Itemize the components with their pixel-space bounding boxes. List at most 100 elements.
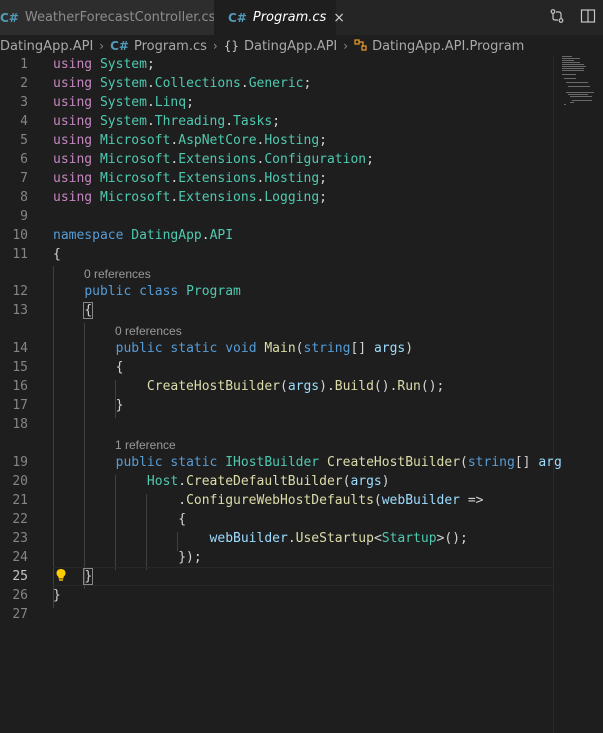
code-line[interactable]: 2 using System.Collections.Generic; bbox=[0, 74, 553, 93]
code-line[interactable]: 12 public class Program bbox=[0, 282, 553, 301]
minimap-line bbox=[562, 74, 576, 75]
minimap-line bbox=[562, 70, 584, 71]
code-token: DatingApp bbox=[131, 228, 202, 243]
code-text: using System; bbox=[53, 55, 155, 74]
code-text: { bbox=[53, 358, 124, 377]
minimap-line bbox=[568, 86, 590, 87]
code-line[interactable]: 7 using Microsoft.Extensions.Hosting; bbox=[0, 169, 553, 188]
code-line[interactable]: 27 bbox=[0, 605, 553, 624]
code-line[interactable]: 23 webBuilder.UseStartup<Startup>(); bbox=[0, 529, 553, 548]
code-text: using Microsoft.Extensions.Hosting; bbox=[53, 169, 327, 188]
code-token: Linq bbox=[154, 95, 187, 110]
code-text: public static IHostBuilder CreateHostBui… bbox=[53, 453, 562, 472]
code-line[interactable]: 5 using Microsoft.AspNetCore.Hosting; bbox=[0, 131, 553, 150]
code-token: ) bbox=[405, 341, 414, 356]
code-token: Extensions bbox=[178, 171, 257, 186]
code-text: public static void Main(string[] args) bbox=[53, 339, 413, 358]
code-line[interactable]: 1 using System; bbox=[0, 55, 553, 74]
code-token: ; bbox=[319, 133, 327, 148]
tab-program[interactable]: C# Program.cs × bbox=[214, 0, 345, 35]
code-line[interactable]: 22 { bbox=[0, 510, 553, 529]
code-token: Hosting bbox=[264, 171, 320, 186]
code-token: string bbox=[303, 341, 351, 356]
editor-tab-bar: C# WeatherForecastController.cs C# Progr… bbox=[0, 0, 603, 35]
code-line[interactable]: 11 { bbox=[0, 245, 553, 264]
code-token: . bbox=[178, 474, 187, 489]
breadcrumb-project[interactable]: DatingApp.API bbox=[0, 39, 93, 54]
code-line[interactable]: 9 bbox=[0, 207, 553, 226]
code-token: . bbox=[53, 493, 187, 508]
code-text: CreateHostBuilder(args).Build().Run(); bbox=[53, 377, 444, 396]
line-number: 20 bbox=[12, 474, 28, 489]
code-token: { bbox=[53, 512, 187, 527]
code-token: Host bbox=[146, 474, 179, 489]
code-text: } bbox=[53, 586, 61, 605]
code-line[interactable]: 13 { bbox=[0, 301, 553, 320]
code-text: using Microsoft.Extensions.Logging; bbox=[53, 188, 327, 207]
line-number: 7 bbox=[20, 171, 28, 186]
open-changes-icon[interactable] bbox=[541, 8, 572, 28]
tab-weatherforecastcontroller[interactable]: C# WeatherForecastController.cs bbox=[0, 0, 215, 35]
chevron-right-icon: › bbox=[343, 39, 349, 53]
code-token: [] bbox=[514, 455, 539, 470]
code-text: Host.CreateDefaultBuilder(args) bbox=[53, 472, 390, 491]
code-token: ; bbox=[303, 76, 312, 91]
code-line[interactable]: 21 .ConfigureWebHostDefaults(webBuilder … bbox=[0, 491, 553, 510]
code-line[interactable]: 24 }); bbox=[0, 548, 553, 567]
code-token: ; bbox=[319, 171, 327, 186]
code-token: args bbox=[350, 474, 382, 489]
code-line[interactable]: 14 public static void Main(string[] args… bbox=[0, 339, 553, 358]
close-icon[interactable]: × bbox=[333, 10, 345, 26]
line-number: 15 bbox=[12, 360, 28, 375]
code-line[interactable]: 17 } bbox=[0, 396, 553, 415]
line-number: 11 bbox=[12, 247, 28, 262]
breadcrumb-class[interactable]: DatingApp.API.Program bbox=[372, 39, 524, 54]
minimap-line bbox=[566, 92, 594, 93]
code-text: namespace DatingApp.API bbox=[53, 226, 233, 245]
minimap-line bbox=[564, 104, 566, 105]
code-line[interactable]: 20 Host.CreateDefaultBuilder(args) bbox=[0, 472, 553, 491]
code-line[interactable]: 8 using Microsoft.Extensions.Logging; bbox=[0, 188, 553, 207]
code-line[interactable]: 18 bbox=[0, 415, 553, 434]
code-token: System bbox=[99, 57, 147, 72]
namespace-icon: {} bbox=[223, 39, 239, 53]
code-line[interactable]: 15 { bbox=[0, 358, 553, 377]
code-token: . bbox=[146, 114, 155, 129]
minimap-line bbox=[562, 66, 586, 67]
code-token: Startup bbox=[381, 531, 437, 546]
code-line[interactable]: 26} bbox=[0, 586, 553, 605]
code-text: public class Program bbox=[53, 282, 241, 301]
code-editor[interactable]: 0 references 0 references 1 reference 1u… bbox=[0, 55, 561, 733]
code-token: ; bbox=[319, 190, 327, 205]
code-token: public bbox=[84, 284, 140, 299]
code-token: Threading bbox=[154, 114, 226, 129]
editor-actions bbox=[541, 0, 603, 35]
code-text: using Microsoft.AspNetCore.Hosting; bbox=[53, 131, 327, 150]
code-line[interactable]: 10 namespace DatingApp.API bbox=[0, 226, 553, 245]
code-token: ; bbox=[366, 152, 374, 167]
code-token: . bbox=[146, 95, 155, 110]
code-line[interactable]: 19 public static IHostBuilder CreateHost… bbox=[0, 453, 561, 472]
line-number: 6 bbox=[20, 152, 28, 167]
line-number: 1 bbox=[20, 57, 28, 72]
code-line[interactable]: 16 CreateHostBuilder(args).Build().Run()… bbox=[0, 377, 553, 396]
code-token: Logging bbox=[264, 190, 320, 205]
minimap-line bbox=[570, 96, 592, 97]
code-token: System bbox=[99, 114, 147, 129]
breadcrumb-namespace[interactable]: DatingApp.API bbox=[244, 39, 337, 54]
code-token: . bbox=[201, 228, 210, 243]
code-token: >(); bbox=[436, 531, 468, 546]
code-token: IHostBuilder bbox=[225, 455, 327, 470]
code-token: ( bbox=[373, 493, 382, 508]
code-line[interactable]: 6 using Microsoft.Extensions.Configuratio… bbox=[0, 150, 553, 169]
breadcrumb-file[interactable]: Program.cs bbox=[134, 39, 207, 54]
code-text: using Microsoft.Extensions.Configuration… bbox=[53, 150, 374, 169]
code-line[interactable]: 25 } bbox=[0, 567, 553, 586]
split-editor-icon[interactable] bbox=[572, 8, 603, 28]
code-line[interactable]: 4 using System.Threading.Tasks; bbox=[0, 112, 553, 131]
code-text: webBuilder.UseStartup<Startup>(); bbox=[53, 529, 468, 548]
code-line[interactable]: 3 using System.Linq; bbox=[0, 93, 553, 112]
minimap[interactable] bbox=[553, 55, 603, 733]
